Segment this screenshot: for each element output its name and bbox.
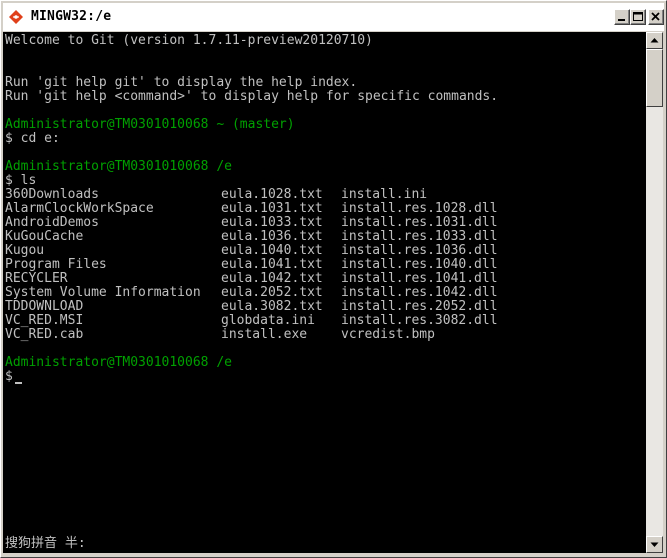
git-diamond-icon <box>9 10 23 24</box>
ls-row: VC_RED.cab install.exe vcredist.bmp <box>5 327 435 342</box>
ime-status: 搜狗拼音 半: <box>5 536 86 551</box>
ls-entry: install.res.1040.dll <box>341 257 498 272</box>
ls-entry: eula.1036.txt <box>221 229 323 244</box>
ls-row: AndroidDemos eula.1033.txt install.res.103… <box>5 215 498 230</box>
ls-entry: RECYCLER <box>5 271 68 286</box>
ls-entry: eula.2052.txt <box>221 285 323 300</box>
title-bar[interactable]: MINGW32:/e <box>3 3 664 31</box>
ls-entry: install.ini <box>341 187 428 202</box>
ls-entry: install.exe <box>221 327 308 342</box>
command-line-2: $ ls <box>5 173 37 188</box>
ls-entry: eula.1031.txt <box>221 201 323 216</box>
ls-entry: System Volume Information <box>5 285 201 300</box>
prompt-line-3: Administrator@TM0301010068 /e <box>5 355 232 370</box>
prompt-line-2: Administrator@TM0301010068 /e <box>5 159 232 174</box>
ls-row: 360Downloads eula.1028.txt install.ini <box>5 187 427 202</box>
ls-entry: KuGouCache <box>5 229 84 244</box>
ls-row: AlarmClockWorkSpace eula.1031.txt install.… <box>5 201 498 216</box>
ls-entry: eula.1033.txt <box>221 215 323 230</box>
text-cursor <box>15 382 22 384</box>
ls-row: KuGouCache eula.1036.txt install.res.1033.… <box>5 229 498 244</box>
ls-entry: install.res.1036.dll <box>341 243 498 258</box>
ls-entry: eula.1042.txt <box>221 271 323 286</box>
maximize-icon <box>633 12 643 21</box>
arrow-down-icon <box>650 542 659 547</box>
command-line-3[interactable]: $ <box>5 370 13 384</box>
prompt-line-1: Administrator@TM0301010068 ~ (master) <box>5 117 295 132</box>
welcome-line: Welcome to Git (version 1.7.11-preview20… <box>5 33 373 48</box>
ls-entry: install.res.2052.dll <box>341 299 498 314</box>
close-button[interactable] <box>648 9 664 25</box>
ls-entry: VC_RED.MSI <box>5 313 84 328</box>
scroll-down-button[interactable] <box>646 536 663 553</box>
ls-entry: 360Downloads <box>5 187 99 202</box>
minimize-button[interactable] <box>614 9 630 25</box>
help-line-2: Run 'git help <command>' to display help… <box>5 89 499 104</box>
minimize-icon <box>618 19 625 21</box>
maximize-button[interactable] <box>630 9 646 25</box>
mingw32-window: MINGW32:/e Welcome to Git (version 1.7.1… <box>0 0 667 558</box>
window-title: MINGW32:/e <box>31 9 112 24</box>
ls-entry: install.res.1042.dll <box>341 285 498 300</box>
command-line-1: $ cd e: <box>5 131 60 146</box>
ls-entry: eula.3082.txt <box>221 299 323 314</box>
ls-row: TDDOWNLOAD eula.3082.txt install.res.2052.… <box>5 299 498 314</box>
ls-entry: eula.1040.txt <box>221 243 323 258</box>
scroll-thumb[interactable] <box>646 49 663 107</box>
ls-entry: VC_RED.cab <box>5 327 84 342</box>
ls-row: RECYCLER eula.1042.txt install.res.1041.dl… <box>5 271 498 286</box>
terminal-output[interactable]: Welcome to Git (version 1.7.11-preview20… <box>3 32 646 553</box>
scroll-up-button[interactable] <box>646 32 663 49</box>
ls-entry: vcredist.bmp <box>341 327 435 342</box>
ls-entry: globdata.ini <box>221 313 315 328</box>
ls-row: Program Files eula.1041.txt install.res.10… <box>5 257 498 272</box>
close-icon <box>651 12 660 21</box>
ls-entry: install.res.1028.dll <box>341 201 498 216</box>
ls-entry: install.res.1041.dll <box>341 271 498 286</box>
vertical-scrollbar[interactable] <box>646 32 663 553</box>
help-line-1: Run 'git help git' to display the help i… <box>5 75 358 90</box>
ls-entry: AndroidDemos <box>5 215 99 230</box>
ls-row: System Volume Information eula.2052.txt in… <box>5 285 498 300</box>
ls-entry: Kugou <box>5 243 45 258</box>
arrow-up-icon <box>650 38 659 43</box>
ls-row: Kugou eula.1040.txt install.res.1036.dll <box>5 243 498 258</box>
ls-entry: eula.1028.txt <box>221 187 323 202</box>
ls-entry: AlarmClockWorkSpace <box>5 201 154 216</box>
ls-row: VC_RED.MSI globdata.ini install.res.3082.d… <box>5 313 498 328</box>
ls-entry: install.res.1031.dll <box>341 215 498 230</box>
ls-entry: eula.1041.txt <box>221 257 323 272</box>
ls-entry: TDDOWNLOAD <box>5 299 84 314</box>
ls-entry: install.res.1033.dll <box>341 229 498 244</box>
ls-entry: install.res.3082.dll <box>341 313 498 328</box>
ls-entry: Program Files <box>5 257 107 272</box>
